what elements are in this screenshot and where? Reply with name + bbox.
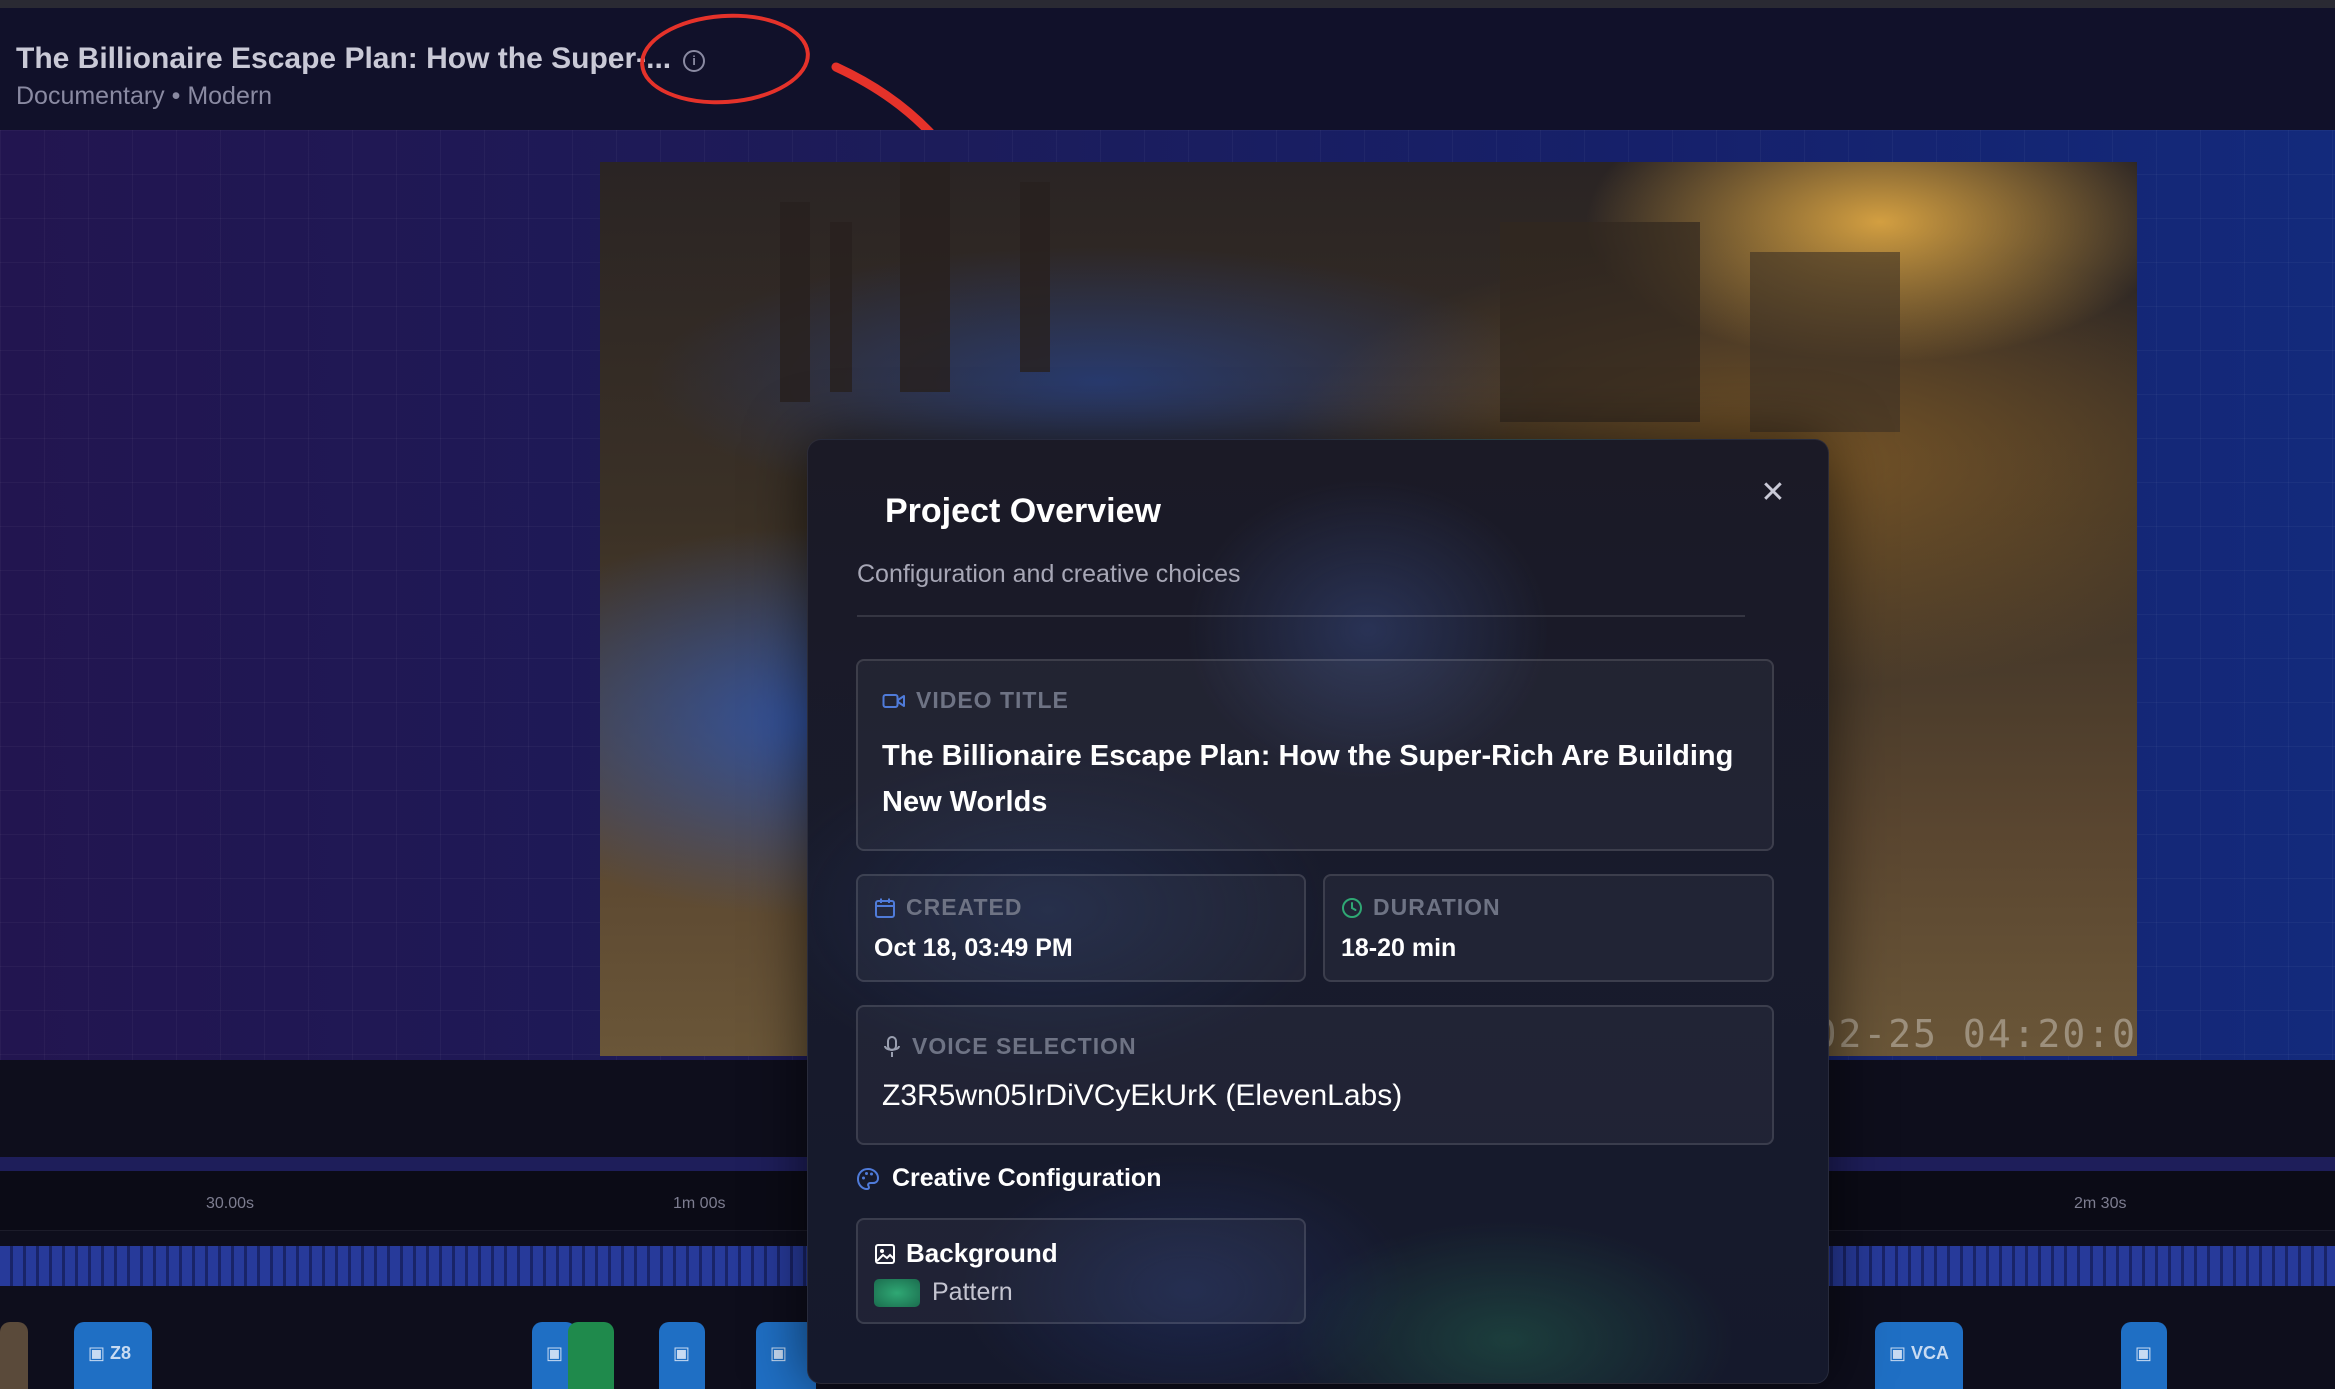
close-icon[interactable]: ✕ (1756, 476, 1790, 510)
duration-card: DURATION 18-20 min (1323, 874, 1774, 982)
timeline-clip[interactable] (568, 1322, 614, 1389)
project-overview-dialog: ✕ Project Overview Configuration and cre… (807, 439, 1829, 1384)
created-card: CREATED Oct 18, 03:49 PM (856, 874, 1306, 982)
ruler-label: 2m 30s (2074, 1195, 2127, 1212)
voice-selection-value: Z3R5wn05IrDiVCyEkUrK (ElevenLabs) (882, 1079, 1403, 1112)
duration-value: 18-20 min (1341, 934, 1457, 962)
microphone-icon (884, 1035, 900, 1057)
created-value: Oct 18, 03:49 PM (874, 934, 1073, 962)
timeline-clip[interactable]: ▣ VCA (1875, 1322, 1963, 1389)
background-card: Background Pattern (856, 1218, 1306, 1324)
timeline-clip[interactable]: ▣ (2121, 1322, 2167, 1389)
clock-icon (1342, 897, 1362, 918)
ruler-label: 1m 00s (673, 1195, 726, 1212)
video-title-value: The Billionaire Escape Plan: How the Sup… (882, 740, 1734, 818)
created-label: CREATED (906, 894, 1023, 920)
timeline-clip[interactable]: ▣ (659, 1322, 705, 1389)
voice-selection-card: VOICE SELECTION Z3R5wn05IrDiVCyEkUrK (El… (856, 1005, 1774, 1145)
creative-config-title: Creative Configuration (892, 1164, 1162, 1192)
project-header: The Billionaire Escape Plan: How the Sup… (0, 0, 2335, 130)
timeline-clip[interactable]: ▣ Z8 (74, 1322, 152, 1389)
duration-label: DURATION (1373, 894, 1501, 920)
dialog-subtitle: Configuration and creative choices (857, 560, 1241, 588)
image-icon (875, 1243, 895, 1264)
video-title-label: VIDEO TITLE (916, 687, 1069, 713)
ruler-label: 30.00s (206, 1195, 255, 1212)
background-color-swatch (874, 1278, 920, 1307)
project-subtitle: Documentary • Modern (16, 82, 273, 110)
divider (857, 615, 1745, 617)
background-label: Background (906, 1238, 1058, 1268)
background-value: Pattern (932, 1278, 1013, 1306)
palette-icon (856, 1167, 880, 1190)
creative-config-heading: Creative Configuration (856, 1164, 1161, 1193)
voice-selection-label: VOICE SELECTION (912, 1033, 1137, 1059)
dialog-title: Project Overview (885, 492, 1161, 530)
calendar-icon (875, 898, 895, 918)
timeline-clip[interactable] (0, 1322, 28, 1389)
video-camera-icon (882, 693, 905, 708)
video-title-card: VIDEO TITLE The Billionaire Escape Plan:… (856, 659, 1774, 851)
project-title: The Billionaire Escape Plan: How the Sup… (16, 42, 672, 75)
